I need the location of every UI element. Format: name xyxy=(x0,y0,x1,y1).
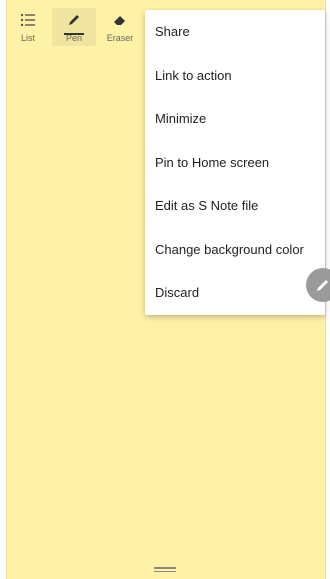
menu-item-change-background-color[interactable]: Change background color xyxy=(145,228,325,272)
eraser-tool-label: Eraser xyxy=(106,33,134,43)
menu-item-link-to-action[interactable]: Link to action xyxy=(145,54,325,98)
pencil-icon xyxy=(317,280,328,291)
pencil-fab-button[interactable] xyxy=(306,268,330,302)
bottom-drag-handle[interactable] xyxy=(154,567,176,572)
list-tool-button[interactable]: List xyxy=(6,8,50,46)
menu-item-pin-to-home[interactable]: Pin to Home screen xyxy=(145,141,325,185)
menu-item-edit-as-s-note[interactable]: Edit as S Note file xyxy=(145,184,325,228)
overflow-menu: Share Link to action Minimize Pin to Hom… xyxy=(145,10,325,315)
handle-line-bottom xyxy=(154,570,176,572)
pen-icon xyxy=(52,11,96,31)
list-tool-label: List xyxy=(20,33,35,43)
eraser-tool-button[interactable]: Eraser xyxy=(98,8,142,46)
menu-item-minimize[interactable]: Minimize xyxy=(145,97,325,141)
pen-color-underline xyxy=(64,33,84,35)
handle-line-top xyxy=(154,567,176,569)
pen-tool-button[interactable]: Pen xyxy=(52,8,96,46)
menu-item-share[interactable]: Share xyxy=(145,10,325,54)
drawing-toolbar: List Pen Eraser xyxy=(6,0,146,50)
list-icon xyxy=(6,11,50,31)
eraser-icon xyxy=(98,11,142,31)
menu-item-discard[interactable]: Discard xyxy=(145,271,325,315)
